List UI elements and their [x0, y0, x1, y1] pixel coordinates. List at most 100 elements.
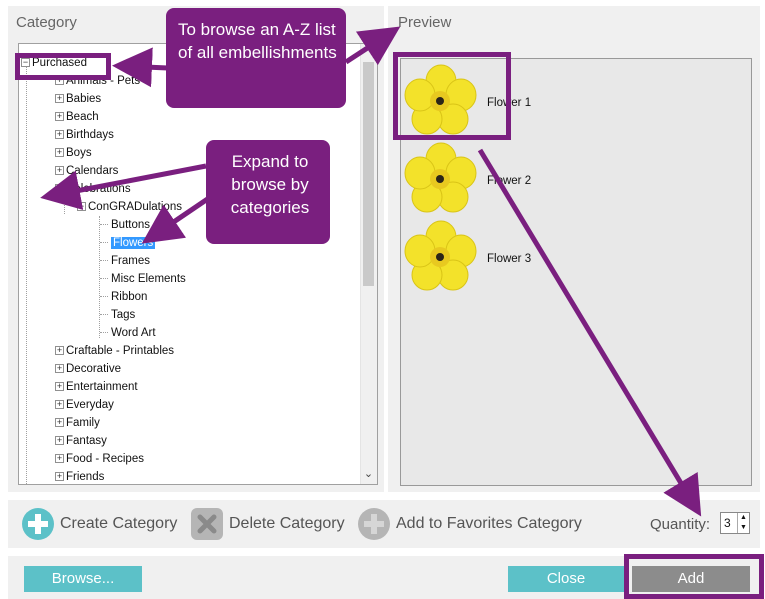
- expand-callout: Expand to browse by categories: [206, 140, 330, 244]
- tree-guide: [100, 278, 108, 279]
- expand-icon[interactable]: +: [55, 472, 64, 482]
- tree-node-label: Babies: [66, 93, 102, 105]
- tree-node-family[interactable]: + Family: [55, 414, 100, 432]
- browse-button[interactable]: Browse...: [24, 566, 142, 592]
- tree-guide: [64, 196, 65, 214]
- delete-category-label: Delete Category: [229, 515, 345, 532]
- tree-node-label: Word Art: [111, 327, 156, 339]
- category-toolbar: Create Category Delete Category Add to F…: [8, 500, 760, 548]
- plus-icon: [358, 508, 390, 540]
- tree-node-label: Beach: [66, 111, 99, 123]
- expand-icon[interactable]: +: [55, 418, 64, 428]
- tree-node-flowers[interactable]: Flowers: [111, 234, 156, 252]
- expand-icon[interactable]: +: [55, 130, 64, 140]
- expand-icon[interactable]: +: [55, 400, 64, 410]
- expand-callout-text: Expand to browse by categories: [230, 152, 310, 217]
- delete-category-button[interactable]: Delete Category: [191, 508, 345, 540]
- tree-node-beach[interactable]: + Beach: [55, 108, 99, 126]
- tree-scrollbar[interactable]: ⌃ ⌄: [360, 44, 377, 484]
- expand-icon[interactable]: +: [55, 346, 64, 356]
- tree-guide: [26, 62, 27, 484]
- add-button-highlight: [624, 554, 764, 599]
- scroll-thumb[interactable]: [363, 62, 374, 286]
- tree-node-label: Calendars: [66, 165, 119, 177]
- browse-callout-text: To browse an A-Z list of all embellishme…: [178, 20, 337, 62]
- tree-guide: [100, 296, 108, 297]
- tree-guide: [100, 224, 108, 225]
- tree-node-decorative[interactable]: + Decorative: [55, 360, 121, 378]
- tree-node-boys[interactable]: + Boys: [55, 144, 92, 162]
- preview-item-flower-2[interactable]: Flower 2: [403, 141, 603, 213]
- expand-icon[interactable]: +: [55, 364, 64, 374]
- tree-node-tags[interactable]: Tags: [111, 306, 135, 324]
- tree-node-frames[interactable]: Frames: [111, 252, 150, 270]
- tree-node-misc-elements[interactable]: Misc Elements: [111, 270, 186, 288]
- tree-node-label: Entertainment: [66, 381, 138, 393]
- preview-item-label: Flower 3: [487, 253, 532, 265]
- expand-icon[interactable]: +: [55, 382, 64, 392]
- browse-callout: To browse an A-Z list of all embellishme…: [166, 8, 346, 108]
- tree-guide: [100, 242, 108, 243]
- purchased-highlight: [15, 53, 111, 80]
- tree-node-ribbon[interactable]: Ribbon: [111, 288, 147, 306]
- scroll-up-icon[interactable]: ⌃: [361, 45, 376, 62]
- tree-node-label: Birthdays: [66, 129, 114, 141]
- flower-image: [404, 142, 477, 213]
- preview-item-label: Flower 2: [487, 175, 532, 187]
- quantity-label: Quantity:: [650, 516, 711, 533]
- tree-node-friends[interactable]: + Friends: [55, 468, 105, 484]
- tree-node-babies[interactable]: + Babies: [55, 90, 101, 108]
- tree-node-congradulations[interactable]: − ConGRADulations: [77, 198, 182, 216]
- preview-title: Preview: [398, 14, 452, 31]
- tree-node-label-selected: Flowers: [111, 237, 156, 249]
- collapse-icon[interactable]: −: [77, 202, 86, 212]
- tree-node-calendars[interactable]: + Calendars: [55, 162, 118, 180]
- tree-node-word-art[interactable]: Word Art: [111, 324, 156, 342]
- tree-node-label: Food - Recipes: [66, 453, 144, 465]
- tree-node-label: Fantasy: [66, 435, 107, 447]
- tree-node-label: Family: [66, 417, 100, 429]
- tree-guide: [100, 260, 108, 261]
- tree-node-birthdays[interactable]: + Birthdays: [55, 126, 114, 144]
- expand-icon[interactable]: +: [55, 148, 64, 158]
- scroll-down-icon[interactable]: ⌄: [361, 466, 376, 483]
- tree-node-label: ConGRADulations: [88, 201, 182, 213]
- tree-node-fantasy[interactable]: + Fantasy: [55, 432, 107, 450]
- create-category-button[interactable]: Create Category: [22, 508, 177, 540]
- add-favorites-label: Add to Favorites Category: [396, 515, 582, 532]
- delete-x-icon: [191, 508, 223, 540]
- close-button[interactable]: Close: [508, 566, 624, 592]
- add-favorites-button[interactable]: Add to Favorites Category: [358, 508, 582, 540]
- expand-icon[interactable]: +: [55, 166, 64, 176]
- tree-node-label: Decorative: [66, 363, 121, 375]
- tree-node-celebrations[interactable]: − Celebrations: [55, 180, 131, 198]
- category-title: Category: [16, 14, 77, 31]
- tree-guide: [100, 332, 108, 333]
- collapse-icon[interactable]: −: [55, 184, 64, 194]
- tree-node-food-recipes[interactable]: + Food - Recipes: [55, 450, 144, 468]
- flower-image: [404, 220, 477, 291]
- quantity-stepper[interactable]: 3 ▲ ▼: [720, 512, 750, 534]
- spinner-arrows-icon[interactable]: ▲ ▼: [737, 513, 749, 533]
- tree-guide: [99, 216, 100, 338]
- tree-node-label: Celebrations: [66, 183, 131, 195]
- tree-node-entertainment[interactable]: + Entertainment: [55, 378, 138, 396]
- category-tree[interactable]: − Purchased + Animals - Pets + Babies + Beac…: [18, 43, 378, 485]
- tree-node-buttons[interactable]: Buttons: [111, 216, 150, 234]
- plus-icon: [22, 508, 54, 540]
- tree-node-label: Friends: [66, 471, 105, 483]
- preview-item-flower-3[interactable]: Flower 3: [403, 219, 603, 291]
- tree-node-label: Craftable - Printables: [66, 345, 175, 357]
- expand-icon[interactable]: +: [55, 112, 64, 122]
- expand-icon[interactable]: +: [55, 436, 64, 446]
- expand-icon[interactable]: +: [55, 94, 64, 104]
- tree-node-everyday[interactable]: + Everyday: [55, 396, 114, 414]
- tree-node-label: Boys: [66, 147, 92, 159]
- quantity-value: 3: [724, 516, 731, 530]
- tree-node-craftable-printables[interactable]: + Craftable - Printables: [55, 342, 174, 360]
- tree-node-label: Buttons: [111, 219, 150, 231]
- tree-guide: [100, 314, 108, 315]
- tree-node-label: Misc Elements: [111, 273, 186, 285]
- flower-1-highlight: [393, 52, 511, 140]
- expand-icon[interactable]: +: [55, 454, 64, 464]
